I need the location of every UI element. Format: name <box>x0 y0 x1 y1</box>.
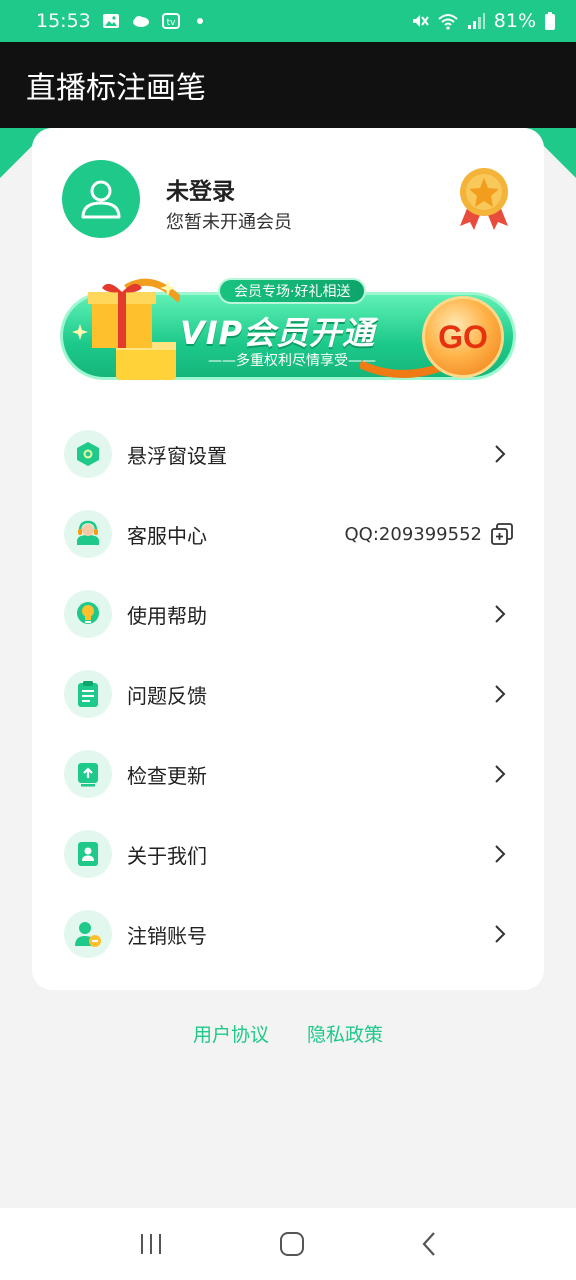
menu-item-label: 关于我们 <box>127 843 207 868</box>
chevron-right-icon <box>490 604 510 624</box>
tv-icon: tv <box>161 13 180 29</box>
user-icon <box>81 180 121 219</box>
menu-item-label: 客服中心 <box>127 523 207 548</box>
menu-item-floating-window[interactable]: 悬浮窗设置 <box>32 414 544 494</box>
home-icon[interactable] <box>279 1231 305 1257</box>
chevron-right-icon <box>490 444 510 464</box>
chevron-right-icon <box>490 844 510 864</box>
clipboard-icon <box>64 670 112 718</box>
chevron-right-icon <box>490 764 510 784</box>
privacy-policy-link[interactable]: 隐私政策 <box>307 1020 383 1047</box>
menu-item-label: 悬浮窗设置 <box>127 443 227 468</box>
recent-apps-icon[interactable] <box>138 1232 164 1256</box>
floating-window-icon <box>64 430 112 478</box>
vip-subtitle: ——多重权利尽情享受—— <box>208 353 376 369</box>
settings-menu: 悬浮窗设置 客服中心 QQ:209399552 使用帮助 问题反馈 检查更新 关… <box>32 414 544 974</box>
status-bar: 15:53 tv 81% <box>0 0 576 42</box>
chevron-right-icon <box>490 924 510 944</box>
status-time: 15:53 <box>36 10 91 32</box>
menu-item-customer-service[interactable]: 客服中心 QQ:209399552 <box>32 494 544 574</box>
lightbulb-icon <box>64 590 112 638</box>
qq-number: QQ:209399552 <box>344 523 482 545</box>
signal-icon <box>467 13 485 29</box>
cloud-icon <box>132 16 149 27</box>
vip-title: VIP会员开通 <box>180 314 376 352</box>
back-icon[interactable] <box>420 1231 438 1257</box>
membership-status: 您暂未开通会员 <box>166 212 292 233</box>
login-status[interactable]: 未登录 <box>166 172 235 206</box>
customer-service-icon <box>64 510 112 558</box>
user-remove-icon <box>64 910 112 958</box>
user-agreement-link[interactable]: 用户协议 <box>193 1020 269 1047</box>
menu-item-label: 使用帮助 <box>127 603 207 628</box>
profile-card: 未登录 您暂未开通会员 会员专场·好礼相送 VIP会员开通 ——多重权利尽情享受… <box>32 128 544 990</box>
upload-icon <box>64 750 112 798</box>
menu-item-feedback[interactable]: 问题反馈 <box>32 654 544 734</box>
battery-percent: 81% <box>493 10 536 32</box>
mute-icon <box>412 15 429 27</box>
copy-icon[interactable] <box>490 522 514 546</box>
notification-dot <box>196 18 203 24</box>
person-card-icon <box>64 830 112 878</box>
gift-box-icon <box>72 278 180 380</box>
menu-item-about-us[interactable]: 关于我们 <box>32 814 544 894</box>
battery-icon <box>545 12 555 30</box>
vip-banner[interactable]: 会员专场·好礼相送 VIP会员开通 ——多重权利尽情享受—— GO <box>60 278 516 382</box>
wifi-icon <box>438 14 458 30</box>
app-title: 直播标注画笔 <box>26 71 206 106</box>
gallery-icon <box>102 14 119 28</box>
system-navigation-bar <box>0 1208 576 1280</box>
vip-go-button[interactable]: GO <box>422 296 504 378</box>
menu-item-help[interactable]: 使用帮助 <box>32 574 544 654</box>
app-title-bar: 直播标注画笔 <box>0 42 576 128</box>
avatar[interactable] <box>62 160 140 238</box>
footer-links: 用户协议 隐私政策 <box>0 1020 576 1047</box>
menu-item-label: 问题反馈 <box>127 683 207 708</box>
vip-promo-tag: 会员专场·好礼相送 <box>218 278 367 304</box>
menu-item-label: 注销账号 <box>127 923 207 948</box>
chevron-right-icon <box>490 684 510 704</box>
menu-item-label: 检查更新 <box>127 763 207 788</box>
menu-item-check-update[interactable]: 检查更新 <box>32 734 544 814</box>
medal-icon <box>460 168 508 230</box>
menu-item-delete-account[interactable]: 注销账号 <box>32 894 544 974</box>
svg-text:tv: tv <box>166 18 176 28</box>
